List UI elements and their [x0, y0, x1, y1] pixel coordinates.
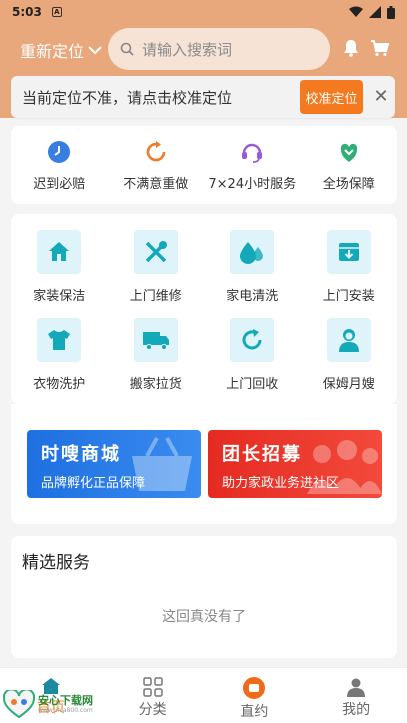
location-notice: 当前定位不准，请点击校准定位 校准定位 ✕	[11, 76, 395, 118]
watermark-heart-logo	[2, 690, 36, 718]
service-item[interactable]: 家电清洗	[204, 230, 301, 304]
clock-icon	[48, 141, 71, 163]
notification-a-icon: A	[51, 7, 62, 17]
guarantee-bar: 迟到必赔 不满意重做 7×24小时服务 全场保障	[11, 126, 397, 204]
tab-profile[interactable]: 我的	[305, 668, 407, 723]
battery-icon	[387, 5, 395, 19]
service-grid-card: 家装保洁 上门维修 家电清洗 上门安装 衣物洗护 搬家拉货 上门回收 保姆月嫂	[11, 214, 397, 404]
section-title: 精选服务	[22, 553, 90, 573]
watermark-text: 安心下载网	[38, 693, 93, 707]
truck-icon	[142, 332, 169, 351]
search-placeholder: 请输入搜索词	[142, 40, 233, 59]
box-down-icon	[338, 243, 359, 261]
promo-banners: 时嗖商城 品牌孵化正品保障 团长招募 助力家政业务进社区	[11, 404, 397, 524]
service-label: 保姆月嫂	[322, 377, 375, 392]
search-input[interactable]: 请输入搜索词	[108, 28, 330, 70]
service-item[interactable]: 上门维修	[108, 230, 205, 304]
tab-label: 直约	[240, 704, 269, 720]
service-item[interactable]: 家装保洁	[11, 230, 108, 304]
service-label: 上门安装	[322, 289, 375, 304]
nanny-icon	[338, 329, 359, 352]
wifi-icon	[349, 6, 363, 17]
service-label: 上门回收	[226, 377, 279, 392]
shirt-icon	[48, 330, 71, 350]
water-drops-icon	[240, 242, 264, 264]
tab-label: 我的	[342, 702, 371, 718]
house-icon	[49, 242, 70, 261]
service-item[interactable]: 搬家拉货	[108, 318, 205, 392]
empty-message: 这回真没有了	[162, 609, 246, 625]
chevron-down-icon	[88, 46, 102, 55]
tab-label: 分类	[138, 702, 167, 718]
shopping-basket-icon	[132, 437, 192, 491]
recycle-icon	[242, 329, 262, 350]
featured-services: 精选服务 这回真没有了	[11, 536, 397, 658]
guarantee-label: 7×24小时服务	[208, 177, 297, 192]
guarantee-item[interactable]: 不满意重做	[108, 126, 205, 204]
guarantee-label: 迟到必赔	[33, 177, 86, 192]
tools-icon	[145, 241, 167, 263]
shield-heart-icon	[340, 143, 357, 162]
close-icon[interactable]: ✕	[371, 85, 391, 109]
service-label: 家电清洗	[226, 289, 279, 304]
top-bar: 重新定位 请输入搜索词	[0, 26, 407, 74]
headset-icon	[242, 143, 263, 163]
crowd-icon	[307, 440, 382, 494]
service-label: 搬家拉货	[129, 377, 182, 392]
user-icon	[347, 678, 366, 697]
signal-icon	[369, 6, 381, 18]
grid-icon	[142, 677, 163, 697]
tab-category[interactable]: 分类	[102, 668, 204, 723]
mall-banner[interactable]: 时嗖商城 品牌孵化正品保障	[27, 430, 201, 498]
service-item[interactable]: 上门安装	[301, 230, 398, 304]
tab-appointment[interactable]: 直约	[204, 668, 306, 723]
guarantee-item[interactable]: 全场保障	[301, 126, 398, 204]
status-bar: 5:03 A	[0, 0, 407, 24]
guarantee-label: 全场保障	[322, 177, 375, 192]
calibrate-location-button[interactable]: 校准定位	[300, 80, 363, 114]
guarantee-label: 不满意重做	[123, 177, 189, 192]
watermark-url: www.jinia800.com	[38, 706, 93, 714]
relocate-label: 重新定位	[20, 42, 85, 61]
service-label: 上门维修	[129, 289, 182, 304]
service-item[interactable]: 上门回收	[204, 318, 301, 392]
recruit-banner[interactable]: 团长招募 助力家政业务进社区	[208, 430, 382, 498]
service-item[interactable]: 衣物洗护	[11, 318, 108, 392]
service-item[interactable]: 保姆月嫂	[301, 318, 398, 392]
status-icons	[349, 5, 395, 19]
service-label: 家装保洁	[33, 289, 86, 304]
redo-icon	[146, 141, 166, 162]
appointment-icon	[243, 677, 266, 699]
guarantee-item[interactable]: 7×24小时服务	[204, 126, 301, 204]
bell-icon[interactable]	[342, 39, 360, 57]
notice-text: 当前定位不准，请点击校准定位	[22, 88, 233, 107]
search-icon	[120, 42, 134, 56]
service-label: 衣物洗护	[33, 377, 86, 392]
relocate-button[interactable]: 重新定位	[20, 38, 103, 62]
status-time: 5:03	[12, 5, 42, 19]
guarantee-item[interactable]: 迟到必赔	[11, 126, 108, 204]
cart-icon[interactable]	[370, 39, 390, 57]
watermark: 安心下载网 www.jinia800.com	[2, 690, 93, 718]
